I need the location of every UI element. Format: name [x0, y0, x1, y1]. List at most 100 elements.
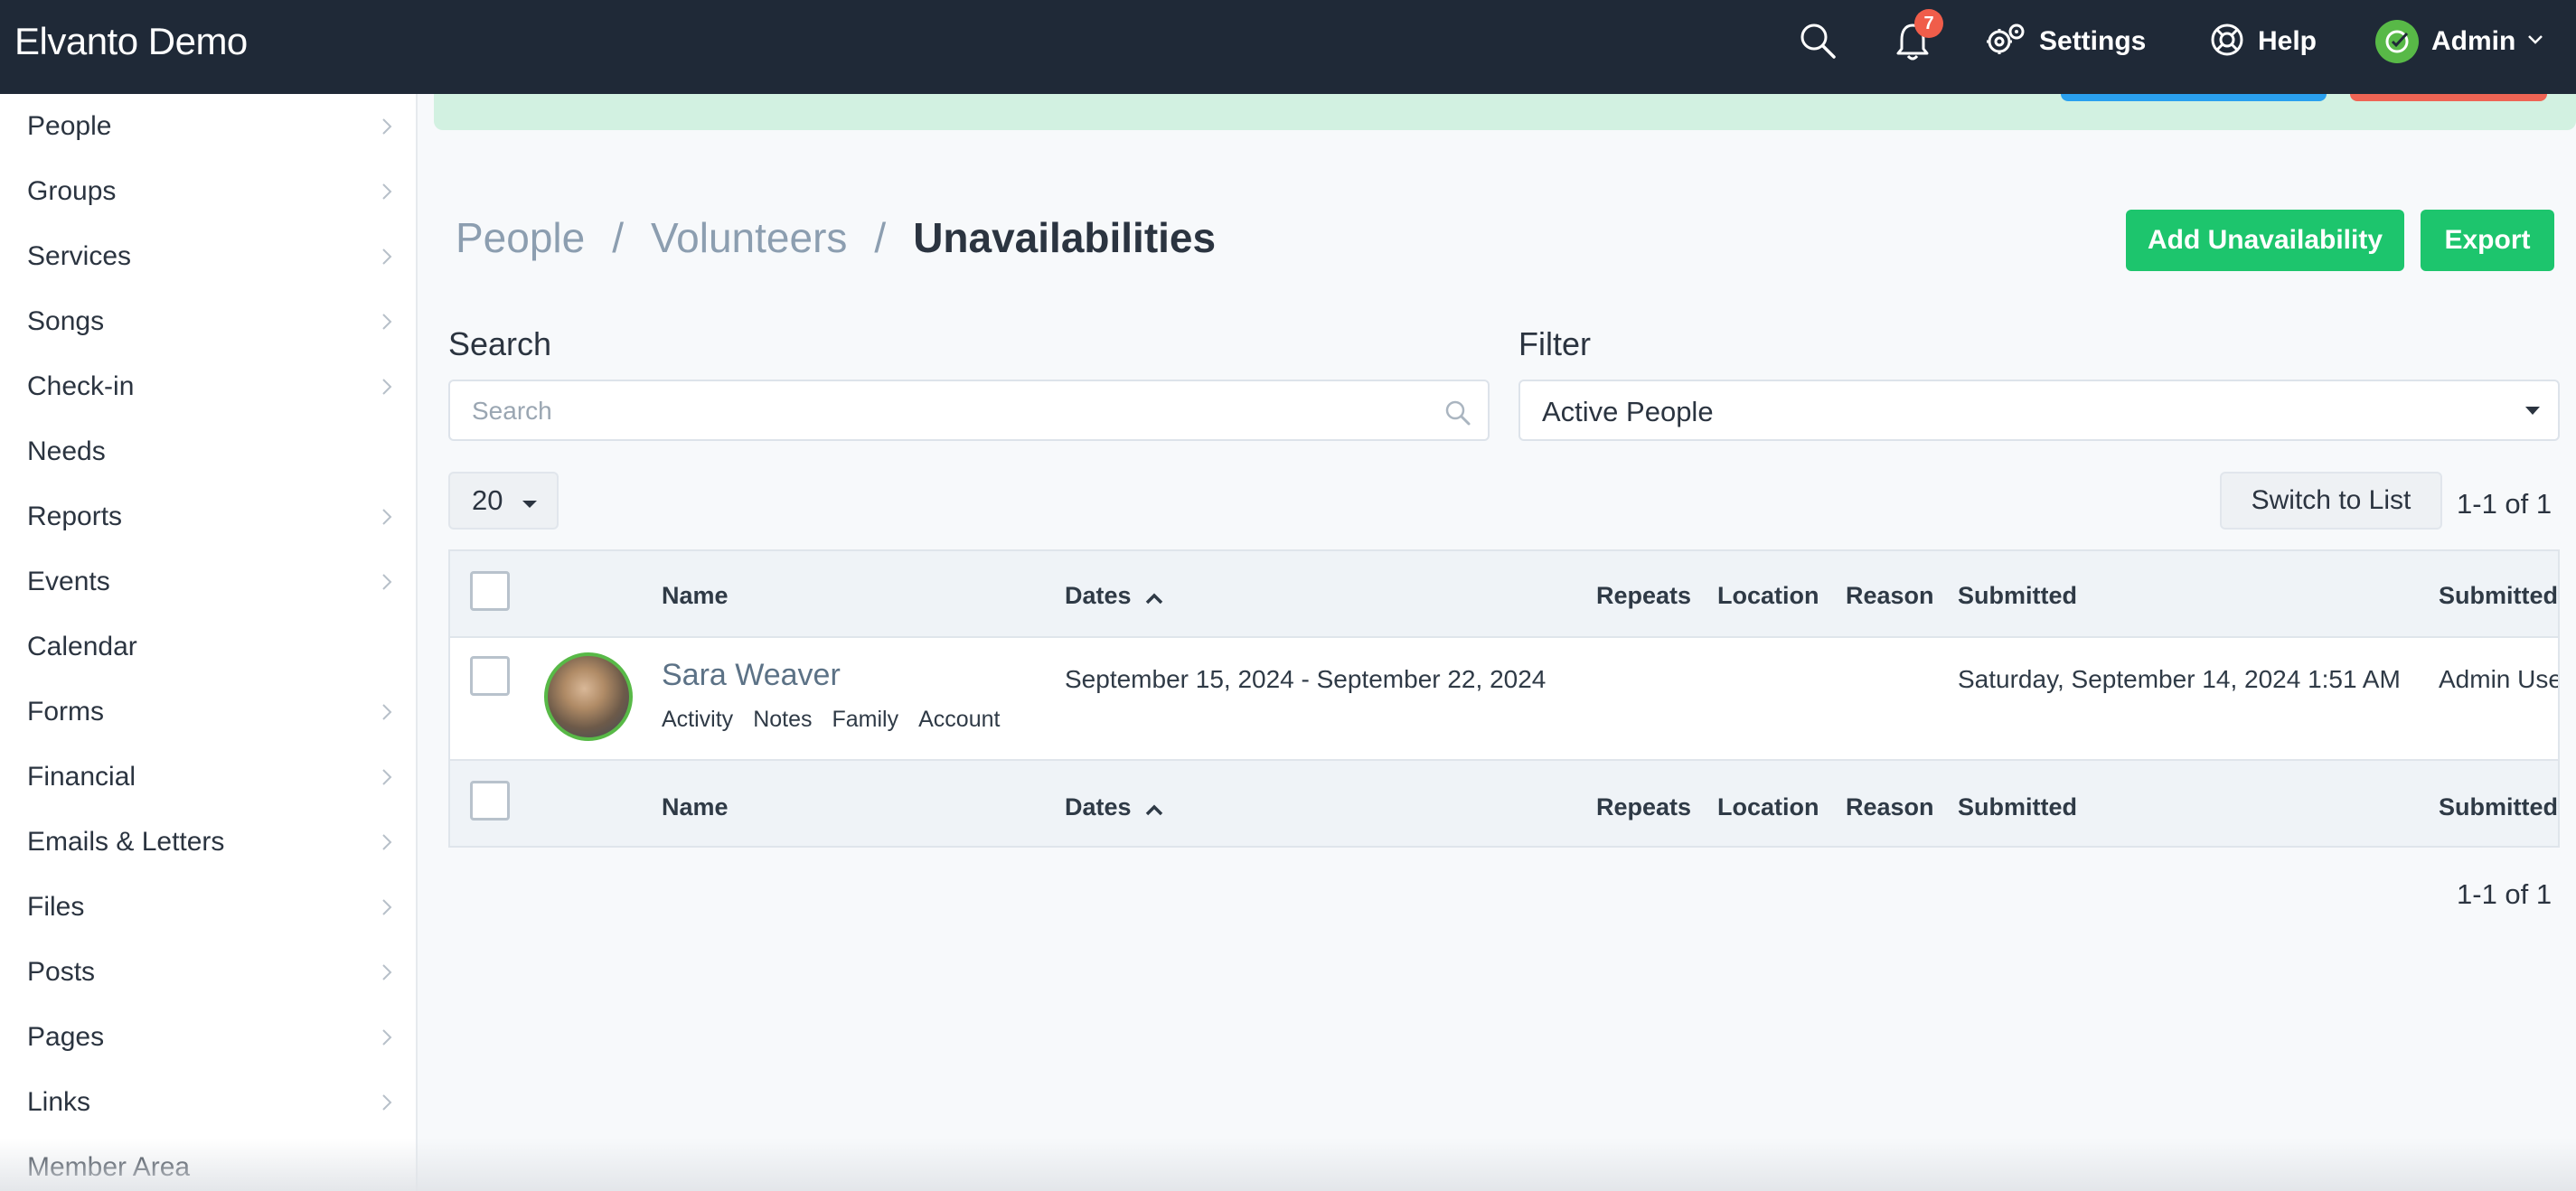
switch-to-list-button[interactable]: Switch to List	[2220, 472, 2442, 530]
sort-ascending-icon	[1144, 794, 1164, 822]
sidebar-item-reports[interactable]: Reports	[0, 484, 416, 549]
select-all-checkbox[interactable]	[470, 781, 510, 821]
search-field[interactable]	[448, 380, 1490, 441]
row-submitted: Saturday, September 14, 2024 1:51 AM	[1958, 665, 2401, 693]
sidebar-item-financial[interactable]: Financial	[0, 745, 416, 810]
search-icon[interactable]	[1799, 22, 1837, 60]
sidebar-item-emails-letters[interactable]: Emails & Letters	[0, 810, 416, 875]
chevron-right-icon	[381, 183, 392, 205]
filter-select[interactable]: Active People	[1518, 380, 2560, 441]
sidebar-item-people[interactable]: People	[0, 94, 416, 159]
banner-button-primary[interactable]	[2061, 94, 2327, 101]
column-reason[interactable]: Reason	[1846, 582, 1934, 610]
row-submitted-by: Admin Use	[2439, 665, 2560, 693]
column-repeats[interactable]: Repeats	[1596, 582, 1691, 610]
sidebar-item-files[interactable]: Files	[0, 875, 416, 940]
column-reason[interactable]: Reason	[1846, 793, 1934, 821]
lifebuoy-icon	[2209, 22, 2245, 62]
filter-selected-value: Active People	[1542, 396, 1714, 427]
sidebar-item-pages[interactable]: Pages	[0, 1005, 416, 1070]
chevron-right-icon	[381, 1028, 392, 1051]
chevron-down-icon	[2526, 33, 2544, 51]
column-dates[interactable]: Dates	[1065, 793, 1164, 822]
select-all-checkbox[interactable]	[470, 571, 510, 611]
sidebar-item-calendar[interactable]: Calendar	[0, 614, 416, 680]
chevron-right-icon	[381, 963, 392, 986]
app-title[interactable]: Elvanto Demo	[14, 20, 248, 63]
breadcrumb-volunteers[interactable]: Volunteers	[651, 213, 847, 262]
breadcrumb: People / Volunteers / Unavailabilities	[456, 213, 1216, 262]
column-repeats[interactable]: Repeats	[1596, 793, 1691, 821]
column-dates[interactable]: Dates	[1065, 582, 1164, 611]
person-name-link[interactable]: Sara Weaver	[662, 658, 841, 693]
per-page-select[interactable]: 20	[448, 472, 559, 530]
banner-button-danger[interactable]	[2350, 94, 2547, 101]
pagination-range-bottom: 1-1 of 1	[2457, 878, 2552, 910]
settings-menu[interactable]: Settings	[1985, 18, 2146, 65]
sidebar-item-services[interactable]: Services	[0, 224, 416, 289]
person-quick-links: Activity Notes Family Account	[662, 707, 1000, 733]
per-page-value: 20	[472, 484, 503, 516]
breadcrumb-people[interactable]: People	[456, 213, 585, 262]
sidebar-item-member-area[interactable]: Member Area	[0, 1135, 416, 1191]
column-dates-label: Dates	[1065, 582, 1132, 609]
filter-label: Filter	[1518, 325, 1591, 362]
sidebar-item-posts[interactable]: Posts	[0, 940, 416, 1005]
sidebar-item-events[interactable]: Events	[0, 549, 416, 614]
chevron-right-icon	[381, 1093, 392, 1116]
column-submitted[interactable]: Submitted	[1958, 793, 2077, 821]
column-submitted-by[interactable]: Submitted	[2439, 793, 2558, 821]
help-menu[interactable]: Help	[2209, 18, 2317, 65]
admin-menu[interactable]: Admin	[2375, 18, 2544, 65]
row-dates: September 15, 2024 - September 22, 2024	[1065, 665, 1547, 693]
breadcrumb-separator: /	[612, 214, 625, 261]
chevron-right-icon	[381, 378, 392, 400]
sidebar-item-needs[interactable]: Needs	[0, 419, 416, 484]
column-submitted-by[interactable]: Submitted	[2439, 582, 2558, 610]
caret-down-icon	[2525, 407, 2540, 415]
admin-label: Admin	[2431, 26, 2516, 56]
chevron-right-icon	[381, 703, 392, 726]
export-button[interactable]: Export	[2421, 210, 2554, 271]
activity-link[interactable]: Activity	[662, 707, 733, 733]
search-icon	[1444, 399, 1471, 431]
sidebar-item-links[interactable]: Links	[0, 1070, 416, 1135]
column-dates-label: Dates	[1065, 793, 1132, 821]
sort-ascending-icon	[1144, 583, 1164, 611]
sidebar-item-songs[interactable]: Songs	[0, 289, 416, 354]
chevron-right-icon	[381, 508, 392, 530]
pagination-range: 1-1 of 1	[2457, 488, 2552, 520]
chevron-right-icon	[381, 768, 392, 791]
settings-label: Settings	[2039, 26, 2147, 56]
column-name[interactable]: Name	[662, 582, 729, 610]
sidebar-item-forms[interactable]: Forms	[0, 680, 416, 745]
chevron-right-icon	[381, 248, 392, 270]
chevron-right-icon	[381, 117, 392, 140]
search-input[interactable]	[472, 394, 1421, 428]
add-unavailability-button[interactable]: Add Unavailability	[2126, 210, 2404, 271]
caret-down-icon	[522, 501, 537, 508]
sidebar-item-groups[interactable]: Groups	[0, 159, 416, 224]
gear-icon	[1985, 22, 2026, 62]
unavailabilities-table: Name Dates Repeats Location Reason Submi…	[448, 549, 2560, 848]
avatar	[2375, 20, 2419, 63]
avatar[interactable]	[544, 652, 633, 741]
column-location[interactable]: Location	[1717, 793, 1819, 821]
notification-badge[interactable]: 7	[1914, 9, 1943, 38]
family-link[interactable]: Family	[832, 707, 899, 733]
notes-link[interactable]: Notes	[753, 707, 812, 733]
page-title: Unavailabilities	[913, 214, 1217, 261]
sidebar: People Groups Services Songs Check-in Ne…	[0, 94, 418, 1191]
search-label: Search	[448, 325, 552, 362]
breadcrumb-separator: /	[874, 214, 887, 261]
column-name[interactable]: Name	[662, 793, 729, 821]
row-checkbox[interactable]	[470, 656, 510, 696]
account-link[interactable]: Account	[918, 707, 1000, 733]
chevron-right-icon	[381, 573, 392, 596]
sidebar-item-check-in[interactable]: Check-in	[0, 354, 416, 419]
top-bar: Elvanto Demo 7 Settings Help Admin	[0, 0, 2576, 94]
table-row[interactable]: Sara Weaver Activity Notes Family Accoun…	[450, 638, 2560, 759]
column-submitted[interactable]: Submitted	[1958, 582, 2077, 610]
table-header: Name Dates Repeats Location Reason Submi…	[450, 551, 2558, 638]
column-location[interactable]: Location	[1717, 582, 1819, 610]
